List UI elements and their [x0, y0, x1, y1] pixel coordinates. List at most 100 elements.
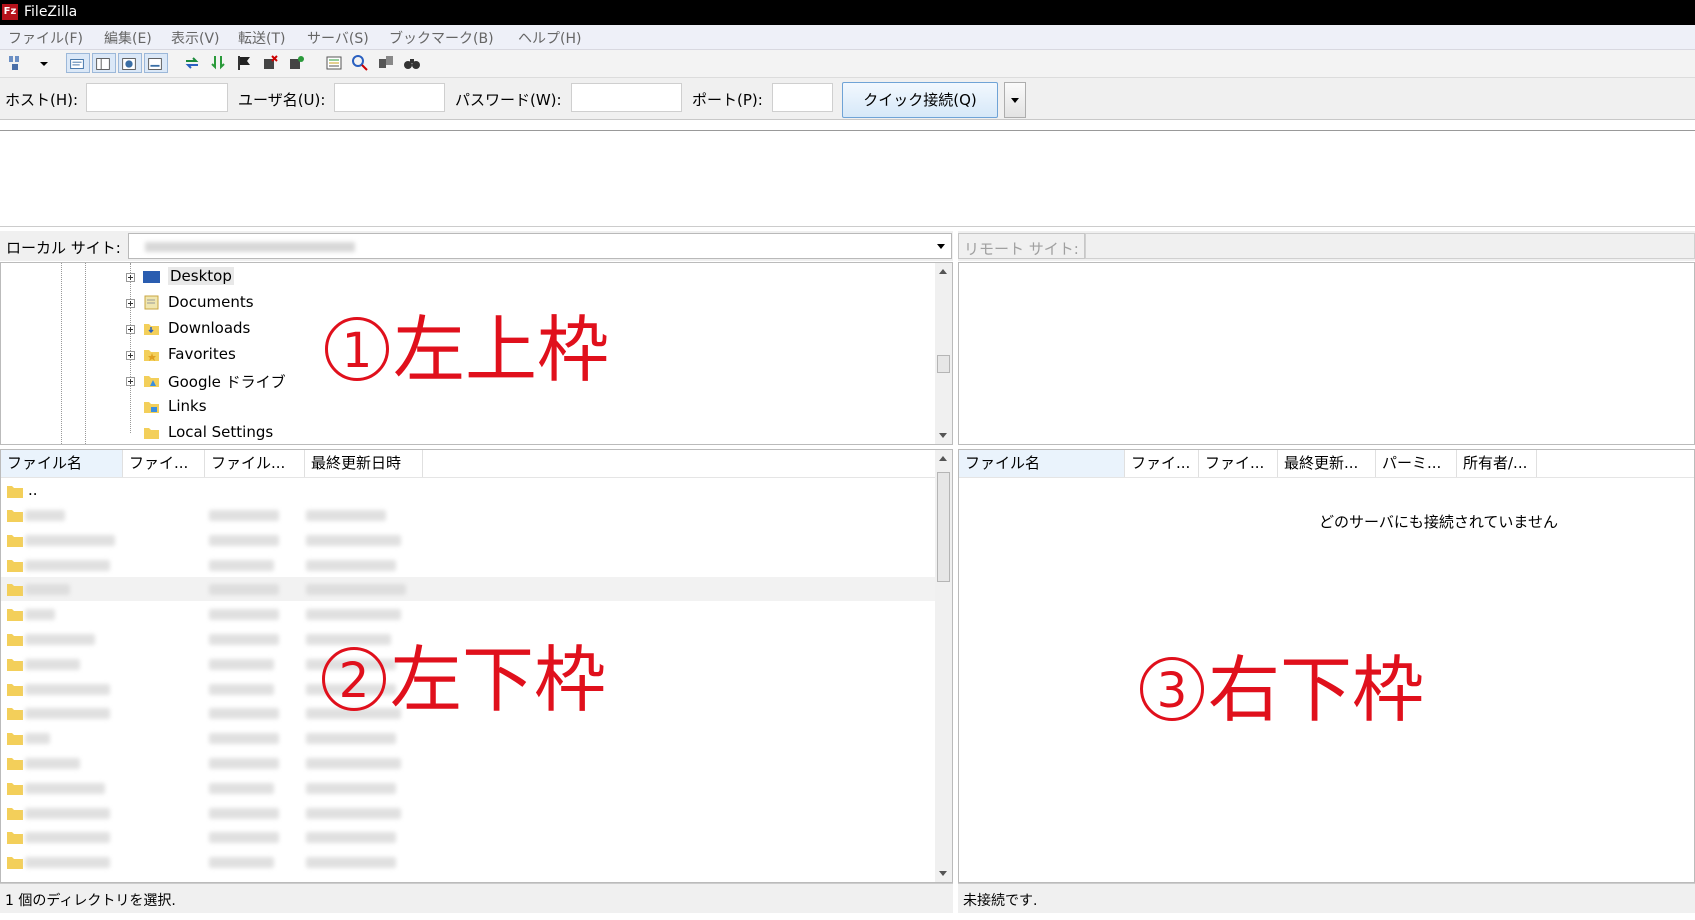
scroll-down-icon[interactable] — [939, 871, 947, 876]
table-row[interactable] — [1, 726, 936, 750]
menu-bookmarks[interactable]: ブックマーク(B) — [389, 28, 494, 48]
directory-filter-icon[interactable] — [324, 53, 344, 73]
scrollbar-thumb[interactable] — [937, 355, 950, 373]
column-filesize[interactable]: ファイ... — [1125, 450, 1199, 477]
redacted-cell — [25, 683, 110, 695]
column-filesize[interactable]: ファイ... — [123, 450, 205, 477]
menu-view[interactable]: 表示(V) — [171, 28, 220, 48]
annotation-top-left-frame: 1 左上枠 — [325, 310, 609, 390]
annotation-bottom-right-frame: 3 右下枠 — [1140, 650, 1424, 730]
site-manager-icon[interactable] — [6, 53, 26, 73]
quickconnect-button[interactable]: クイック接続(Q) — [842, 82, 998, 118]
table-row[interactable] — [1, 553, 936, 577]
expand-icon[interactable] — [126, 325, 135, 334]
remote-list-header: ファイル名 ファイ... ファイ... 最終更新... パーミ... 所有者/.… — [959, 450, 1694, 478]
search-files-icon[interactable] — [402, 53, 422, 73]
column-last-modified[interactable]: 最終更新日時 — [305, 450, 423, 477]
expand-icon[interactable] — [126, 377, 135, 386]
table-row[interactable] — [1, 776, 936, 800]
redacted-cell — [209, 584, 279, 596]
redacted-cell — [209, 534, 279, 546]
table-row[interactable] — [1, 602, 936, 626]
local-list-scrollbar[interactable] — [935, 450, 952, 882]
folder-icon — [7, 683, 23, 696]
local-tree-scrollbar[interactable] — [935, 263, 952, 444]
dropdown-arrow-icon[interactable] — [34, 53, 48, 73]
message-log[interactable] — [0, 130, 1695, 227]
scroll-up-icon[interactable] — [939, 269, 947, 274]
column-filetype[interactable]: ファイル... — [205, 450, 305, 477]
menu-bar: ファイル(F) 編集(E) 表示(V) 転送(T) サーバ(S) ブックマーク(… — [0, 25, 1695, 50]
tree-item-links[interactable]: Links — [1, 395, 936, 419]
toggle-remote-tree-icon[interactable] — [118, 53, 142, 73]
table-row[interactable] — [1, 503, 936, 527]
redacted-cell — [209, 634, 279, 645]
refresh-icon[interactable] — [182, 53, 202, 73]
table-row[interactable] — [1, 850, 936, 874]
column-owner-group[interactable]: 所有者/... — [1457, 450, 1537, 477]
table-row[interactable] — [1, 577, 936, 602]
local-path-value-redacted — [145, 242, 355, 252]
remote-directory-tree[interactable] — [958, 262, 1695, 445]
menu-edit[interactable]: 編集(E) — [104, 28, 152, 48]
menu-transfer[interactable]: 転送(T) — [238, 28, 285, 48]
scroll-down-icon[interactable] — [939, 433, 947, 438]
port-label: ポート(P): — [692, 91, 763, 109]
remote-site-bar: リモート サイト: — [958, 231, 1695, 261]
toggle-message-log-icon[interactable] — [66, 53, 90, 73]
menu-server[interactable]: サーバ(S) — [307, 28, 369, 48]
table-row[interactable] — [1, 751, 936, 775]
column-filetype[interactable]: ファイ... — [1199, 450, 1278, 477]
filezilla-logo-icon: Fz — [2, 4, 18, 20]
table-row[interactable] — [1, 801, 936, 825]
quickconnect-history-dropdown[interactable] — [1004, 82, 1026, 118]
expand-icon[interactable] — [126, 351, 135, 360]
process-queue-icon[interactable] — [208, 53, 228, 73]
folder-icon — [7, 609, 23, 622]
scroll-up-icon[interactable] — [939, 456, 947, 461]
redacted-cell — [25, 510, 65, 521]
column-filename[interactable]: ファイル名 — [959, 450, 1125, 477]
username-input[interactable] — [334, 83, 445, 112]
expand-icon[interactable] — [126, 299, 135, 308]
chevron-down-icon[interactable] — [937, 244, 945, 249]
host-input[interactable] — [86, 83, 228, 112]
table-row[interactable] — [1, 528, 936, 552]
tree-item-label: Desktop — [168, 267, 234, 285]
annotation-number: 2 — [322, 647, 386, 711]
password-input[interactable] — [571, 83, 682, 112]
expand-icon[interactable] — [126, 273, 135, 282]
menu-file[interactable]: ファイル(F) — [8, 28, 83, 48]
redacted-cell — [209, 609, 279, 621]
table-row[interactable] — [1, 825, 936, 849]
column-permissions[interactable]: パーミ... — [1376, 450, 1457, 477]
toggle-transfer-queue-icon[interactable] — [144, 53, 168, 73]
scrollbar-thumb[interactable] — [937, 472, 950, 582]
cancel-operation-icon[interactable] — [234, 53, 254, 73]
local-path-combo[interactable] — [128, 233, 952, 259]
redacted-cell — [209, 683, 274, 695]
redacted-cell — [25, 658, 80, 670]
folder-icon — [7, 807, 23, 820]
tree-item-desktop[interactable]: Desktop — [1, 265, 936, 289]
redacted-cell — [306, 733, 396, 745]
column-last-modified[interactable]: 最終更新... — [1278, 450, 1376, 477]
documents-folder-icon — [144, 295, 159, 310]
list-item-parent-directory[interactable]: .. — [1, 479, 936, 503]
column-filename[interactable]: ファイル名 — [1, 450, 123, 477]
compare-directories-icon[interactable] — [350, 53, 370, 73]
remote-path-combo — [1085, 233, 1695, 259]
sync-browse-icon[interactable] — [376, 53, 396, 73]
redacted-cell — [306, 510, 386, 521]
toggle-local-tree-icon[interactable] — [92, 53, 116, 73]
port-input[interactable] — [772, 83, 833, 112]
tree-item-label: Local Settings — [168, 423, 274, 441]
reconnect-icon[interactable] — [286, 53, 306, 73]
menu-help[interactable]: ヘルプ(H) — [518, 28, 581, 48]
favorites-folder-icon — [144, 350, 159, 361]
disconnect-icon[interactable] — [260, 53, 280, 73]
tree-item-label: Documents — [168, 293, 254, 311]
redacted-cell — [209, 658, 274, 670]
redacted-cell — [306, 584, 406, 596]
tree-item-local-settings[interactable]: Local Settings — [1, 421, 936, 444]
